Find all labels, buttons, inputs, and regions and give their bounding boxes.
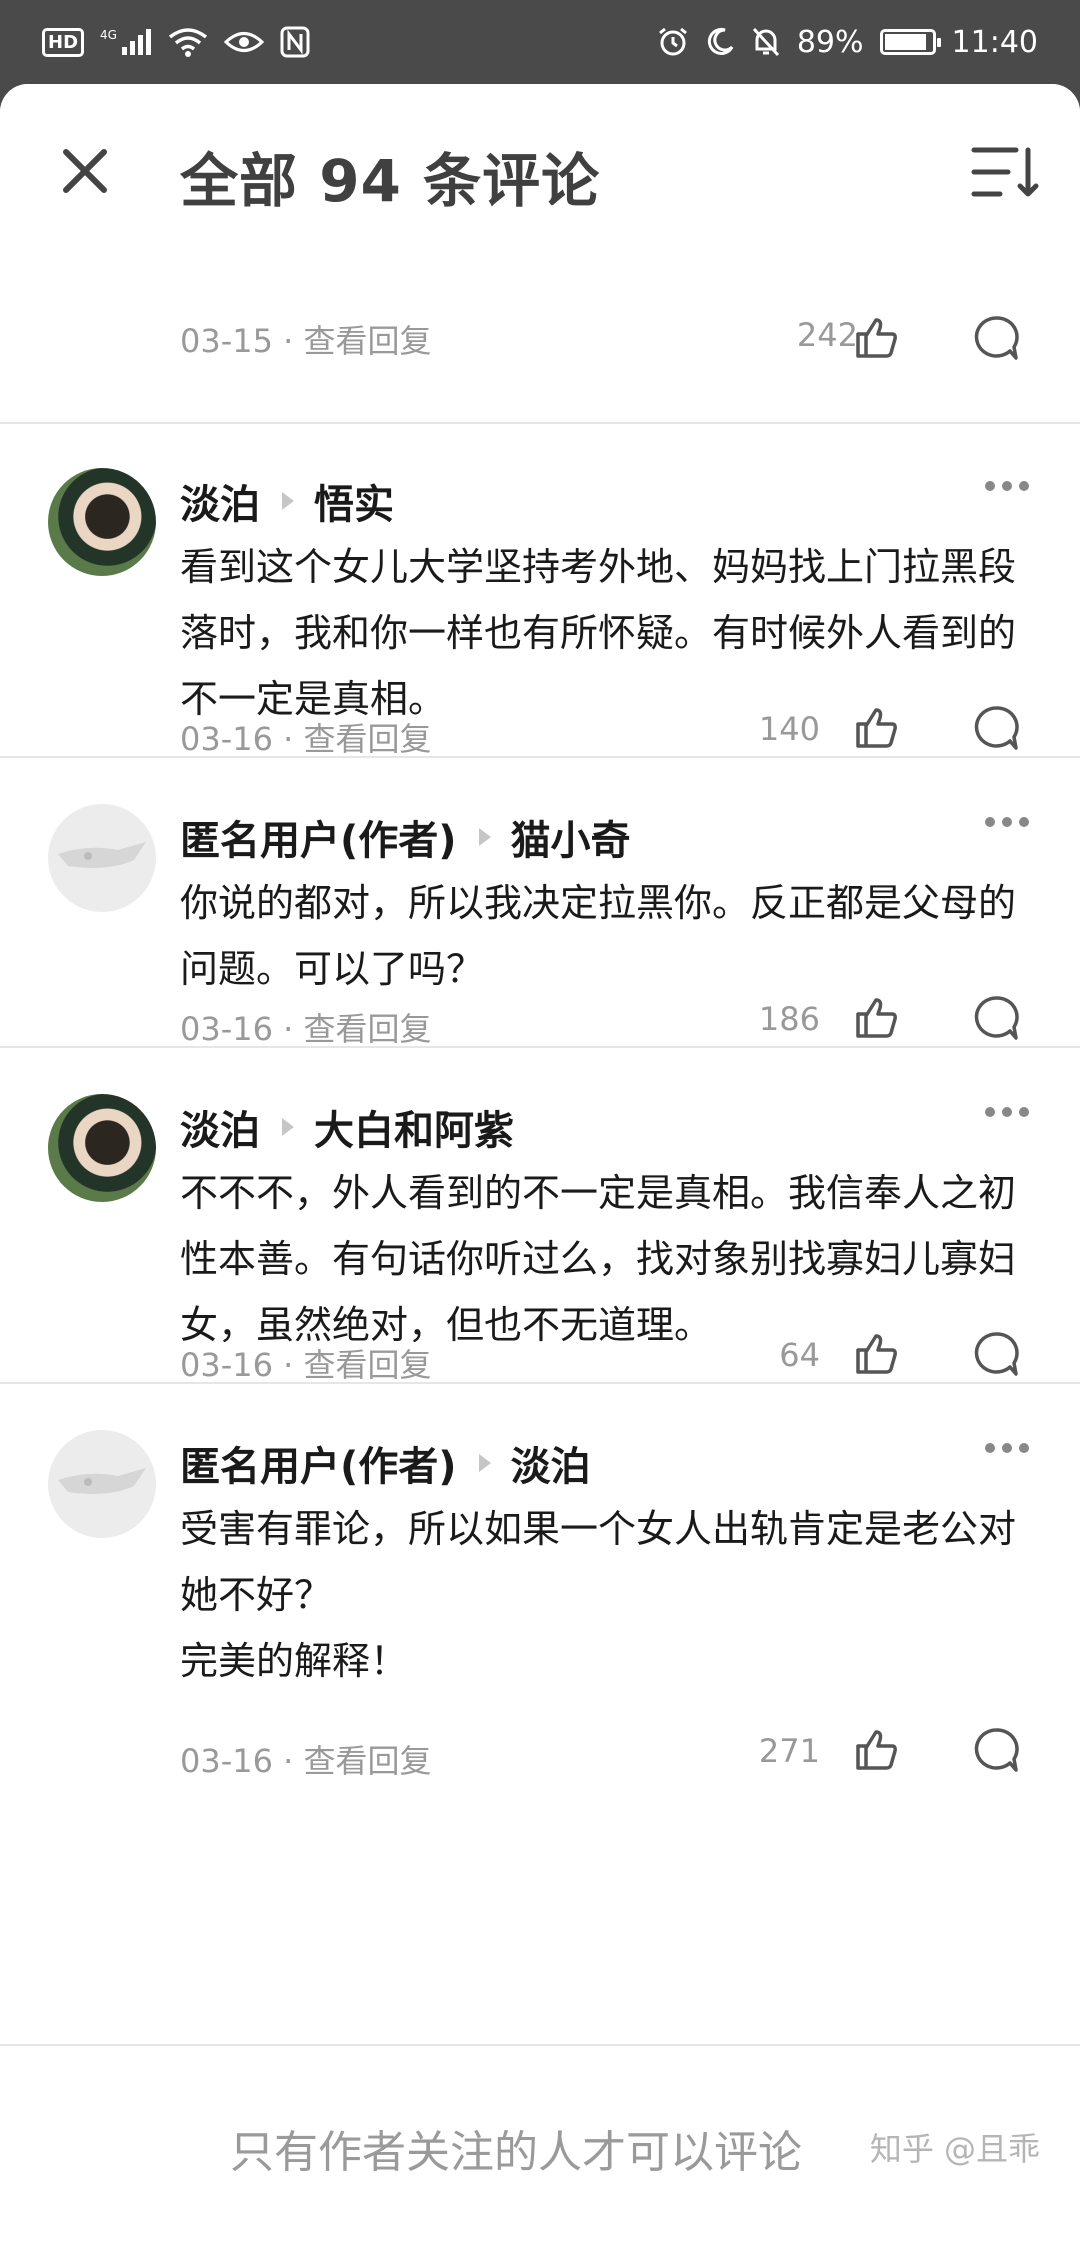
battery-icon <box>879 29 941 55</box>
comment-restriction-notice: 只有作者关注的人才可以评论 <box>230 2127 802 2178</box>
avatar[interactable] <box>48 468 156 576</box>
reply-arrow-icon <box>478 828 491 846</box>
author-name[interactable]: 淡泊 <box>180 1098 260 1156</box>
reply-to-name[interactable]: 淡泊 <box>511 1434 591 1492</box>
comment-meta[interactable]: 03-16 · 查看回复 <box>180 1340 432 1386</box>
like-button[interactable] <box>852 1330 900 1382</box>
hd-icon: HD <box>42 27 85 57</box>
thumbs-up-icon <box>856 1730 897 1770</box>
status-bar: HD 4G 89% 11:40 <box>0 0 1080 84</box>
more-dots-icon <box>985 817 1029 827</box>
reply-button[interactable] <box>972 994 1020 1046</box>
reply-arrow-icon <box>478 1454 491 1472</box>
comment-bubble-icon <box>974 1728 1019 1772</box>
reply-to-name[interactable]: 猫小奇 <box>511 808 631 866</box>
author-name[interactable]: 淡泊 <box>180 472 260 530</box>
anonymous-avatar-icon <box>58 1468 146 1494</box>
comment-footer: 只有作者关注的人才可以评论 知乎 @且乖 <box>0 2044 1080 2244</box>
signal-4g-icon: 4G <box>100 27 152 57</box>
comment-bubble-icon <box>974 706 1019 750</box>
comment-authors: 淡泊 大白和阿紫 <box>180 1098 514 1156</box>
comment-authors: 匿名用户(作者) 淡泊 <box>180 1434 591 1492</box>
comment-bubble-icon <box>974 996 1019 1040</box>
battery-percent: 89% <box>796 24 864 60</box>
more-button[interactable] <box>982 1440 1032 1460</box>
more-button[interactable] <box>982 1104 1032 1124</box>
anonymous-avatar-icon <box>58 842 146 868</box>
like-count: 64 <box>779 1336 820 1374</box>
partial-comment: 03-15 · 查看回复 242 <box>0 232 1080 424</box>
status-bar-left: HD 4G <box>42 26 310 58</box>
comment-text-line: 完美的解释！ <box>180 1639 409 1683</box>
comment-text: 受害有罪论，所以如果一个女人出轨肯定是老公对她不好？ 完美的解释！ <box>180 1496 1030 1694</box>
comment-text: 看到这个女儿大学坚持考外地、妈妈找上门拉黑段落时，我和你一样也有所怀疑。有时候外… <box>180 545 1017 721</box>
thumbs-up-icon <box>856 998 897 1038</box>
comment-meta[interactable]: 03-15 · 查看回复 <box>180 316 432 362</box>
like-count: 271 <box>758 1732 820 1770</box>
author-name[interactable]: 匿名用户(作者) <box>180 1434 457 1492</box>
alarm-icon <box>657 26 689 58</box>
status-bar-right: 89% 11:40 <box>657 25 1038 60</box>
more-dots-icon <box>985 1107 1029 1117</box>
reply-to-name[interactable]: 大白和阿紫 <box>314 1098 514 1156</box>
reply-button[interactable] <box>972 704 1020 756</box>
comment-bubble-icon <box>974 316 1019 360</box>
avatar[interactable] <box>48 1094 156 1202</box>
sheet-header: 全部 94 条评论 <box>0 84 1080 260</box>
nfc-icon <box>280 26 310 58</box>
reply-arrow-icon <box>282 492 294 510</box>
sort-button[interactable] <box>970 142 1040 202</box>
more-dots-icon <box>985 481 1029 491</box>
thumbs-up-icon <box>856 318 897 358</box>
like-button[interactable] <box>852 994 900 1046</box>
like-button[interactable] <box>852 314 900 366</box>
reply-arrow-icon <box>282 1118 294 1136</box>
comment-authors: 匿名用户(作者) 猫小奇 <box>180 808 631 866</box>
wifi-icon <box>168 27 208 57</box>
more-button[interactable] <box>982 478 1032 498</box>
watermark: 知乎 @且乖 <box>869 2130 1040 2168</box>
avatar[interactable] <box>48 804 156 912</box>
comment-bubble-icon <box>974 1332 1019 1376</box>
page-title: 全部 94 条评论 <box>180 147 601 215</box>
comment-meta[interactable]: 03-16 · 查看回复 <box>180 1004 432 1050</box>
comment-text-line: 受害有罪论，所以如果一个女人出轨肯定是老公对她不好？ <box>180 1507 1017 1617</box>
reply-to-name[interactable]: 悟实 <box>314 472 394 530</box>
comment-authors: 淡泊 悟实 <box>180 472 394 530</box>
author-name[interactable]: 匿名用户(作者) <box>180 808 457 866</box>
like-button[interactable] <box>852 704 900 756</box>
reply-button[interactable] <box>972 1726 1020 1778</box>
like-count: 140 <box>758 710 820 748</box>
sort-icon <box>971 147 1039 197</box>
comment-text: 不不不，外人看到的不一定是真相。我信奉人之初性本善。有句话你听过么，找对象别找寡… <box>180 1171 1017 1347</box>
moon-icon <box>705 27 735 57</box>
clock: 11:40 <box>951 24 1038 60</box>
thumbs-up-icon <box>856 1334 897 1374</box>
comment-item: 匿名用户(作者) 猫小奇 你说的都对，所以我决定拉黑你。反正都是父母的问题。可以… <box>0 758 1080 1048</box>
close-button[interactable] <box>50 136 120 206</box>
comment-meta[interactable]: 03-16 · 查看回复 <box>180 714 432 760</box>
comment-text: 你说的都对，所以我决定拉黑你。反正都是父母的问题。可以了吗？ <box>180 881 1017 991</box>
like-count: 186 <box>758 1000 820 1038</box>
more-dots-icon <box>985 1443 1029 1453</box>
comment-meta[interactable]: 03-16 · 查看回复 <box>180 1736 432 1782</box>
eye-icon <box>224 27 265 57</box>
avatar[interactable] <box>48 1430 156 1538</box>
more-button[interactable] <box>982 814 1032 834</box>
like-count: 242 <box>796 316 858 354</box>
reply-button[interactable] <box>972 314 1020 366</box>
thumbs-up-icon <box>856 708 897 748</box>
reply-button[interactable] <box>972 1330 1020 1382</box>
comment-item: 淡泊 悟实 看到这个女儿大学坚持考外地、妈妈找上门拉黑段落时，我和你一样也有所怀… <box>0 422 1080 758</box>
like-button[interactable] <box>852 1726 900 1778</box>
close-icon <box>63 149 107 193</box>
bell-off-icon <box>751 26 781 58</box>
comment-item: 匿名用户(作者) 淡泊 受害有罪论，所以如果一个女人出轨肯定是老公对她不好？ 完… <box>0 1384 1080 1804</box>
comments-sheet: 全部 94 条评论 03-15 · 查看回复 242 淡泊 悟实 看到这个女儿大… <box>0 84 1080 2244</box>
svg-text:4G: 4G <box>100 28 117 42</box>
comment-item: 淡泊 大白和阿紫 不不不，外人看到的不一定是真相。我信奉人之初性本善。有句话你听… <box>0 1048 1080 1384</box>
